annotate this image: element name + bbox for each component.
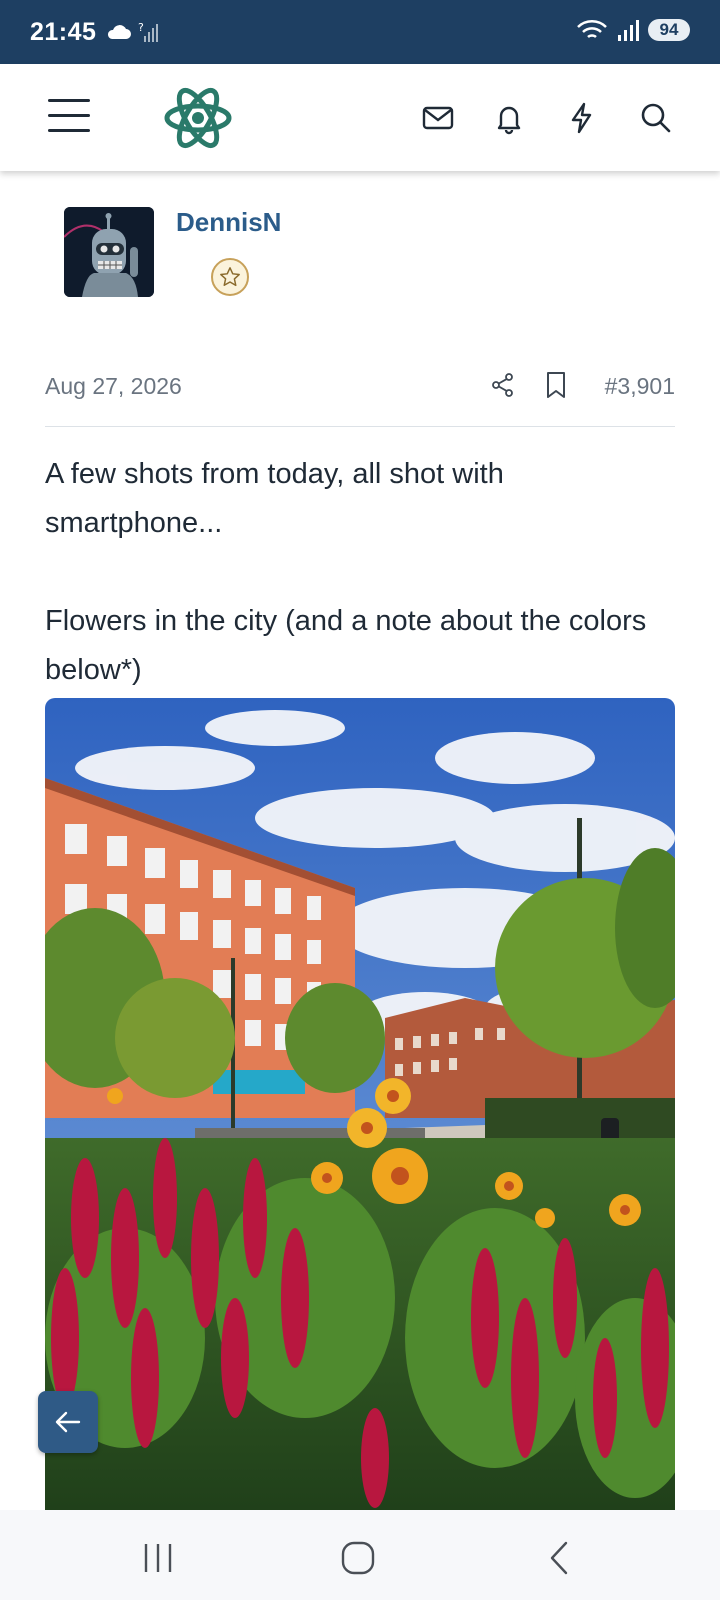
arrow-left-icon <box>55 1411 81 1433</box>
system-nav-bar <box>0 1510 720 1600</box>
app-header <box>0 64 720 171</box>
floating-back-button[interactable] <box>38 1391 98 1453</box>
no-sim-signal-icon: ? <box>138 21 158 42</box>
wifi-icon <box>577 20 607 39</box>
mail-icon[interactable] <box>420 100 456 136</box>
status-right-icons: 94 <box>576 18 690 42</box>
atom-logo-icon[interactable] <box>162 82 234 154</box>
menu-icon[interactable] <box>48 99 90 135</box>
star-badge-icon[interactable] <box>211 258 249 296</box>
status-left-icons: ? <box>106 20 162 44</box>
post-text-intro: A few shots from today, all shot with sm… <box>45 458 504 539</box>
post-number-link[interactable]: #3,901 <box>605 373 675 400</box>
bell-icon[interactable] <box>491 100 527 136</box>
bookmark-icon[interactable] <box>543 371 569 399</box>
city-flowers-photo <box>45 698 675 1510</box>
svg-text:?: ? <box>138 21 144 34</box>
share-icon[interactable] <box>490 372 516 398</box>
status-bar: 21:45 ? 94 <box>0 0 720 64</box>
battery-icon: 94 <box>648 19 690 41</box>
back-icon[interactable] <box>540 1540 580 1576</box>
cloud-icon <box>107 25 131 39</box>
search-icon[interactable] <box>638 100 674 136</box>
post-photo[interactable] <box>45 698 675 1510</box>
post-text-caption: Flowers in the city (and a note about th… <box>45 605 647 686</box>
home-icon[interactable] <box>338 1540 378 1576</box>
post-date-link[interactable]: Aug 27, 2026 <box>45 373 182 400</box>
status-time: 21:45 <box>30 18 97 46</box>
lightning-icon[interactable] <box>564 100 600 136</box>
avatar[interactable] <box>64 207 154 297</box>
robot-avatar-image <box>64 207 154 297</box>
author-name-link[interactable]: DennisN <box>176 207 281 238</box>
recent-apps-icon[interactable] <box>138 1540 178 1576</box>
signal-icon <box>618 20 639 41</box>
meta-divider <box>45 426 675 427</box>
